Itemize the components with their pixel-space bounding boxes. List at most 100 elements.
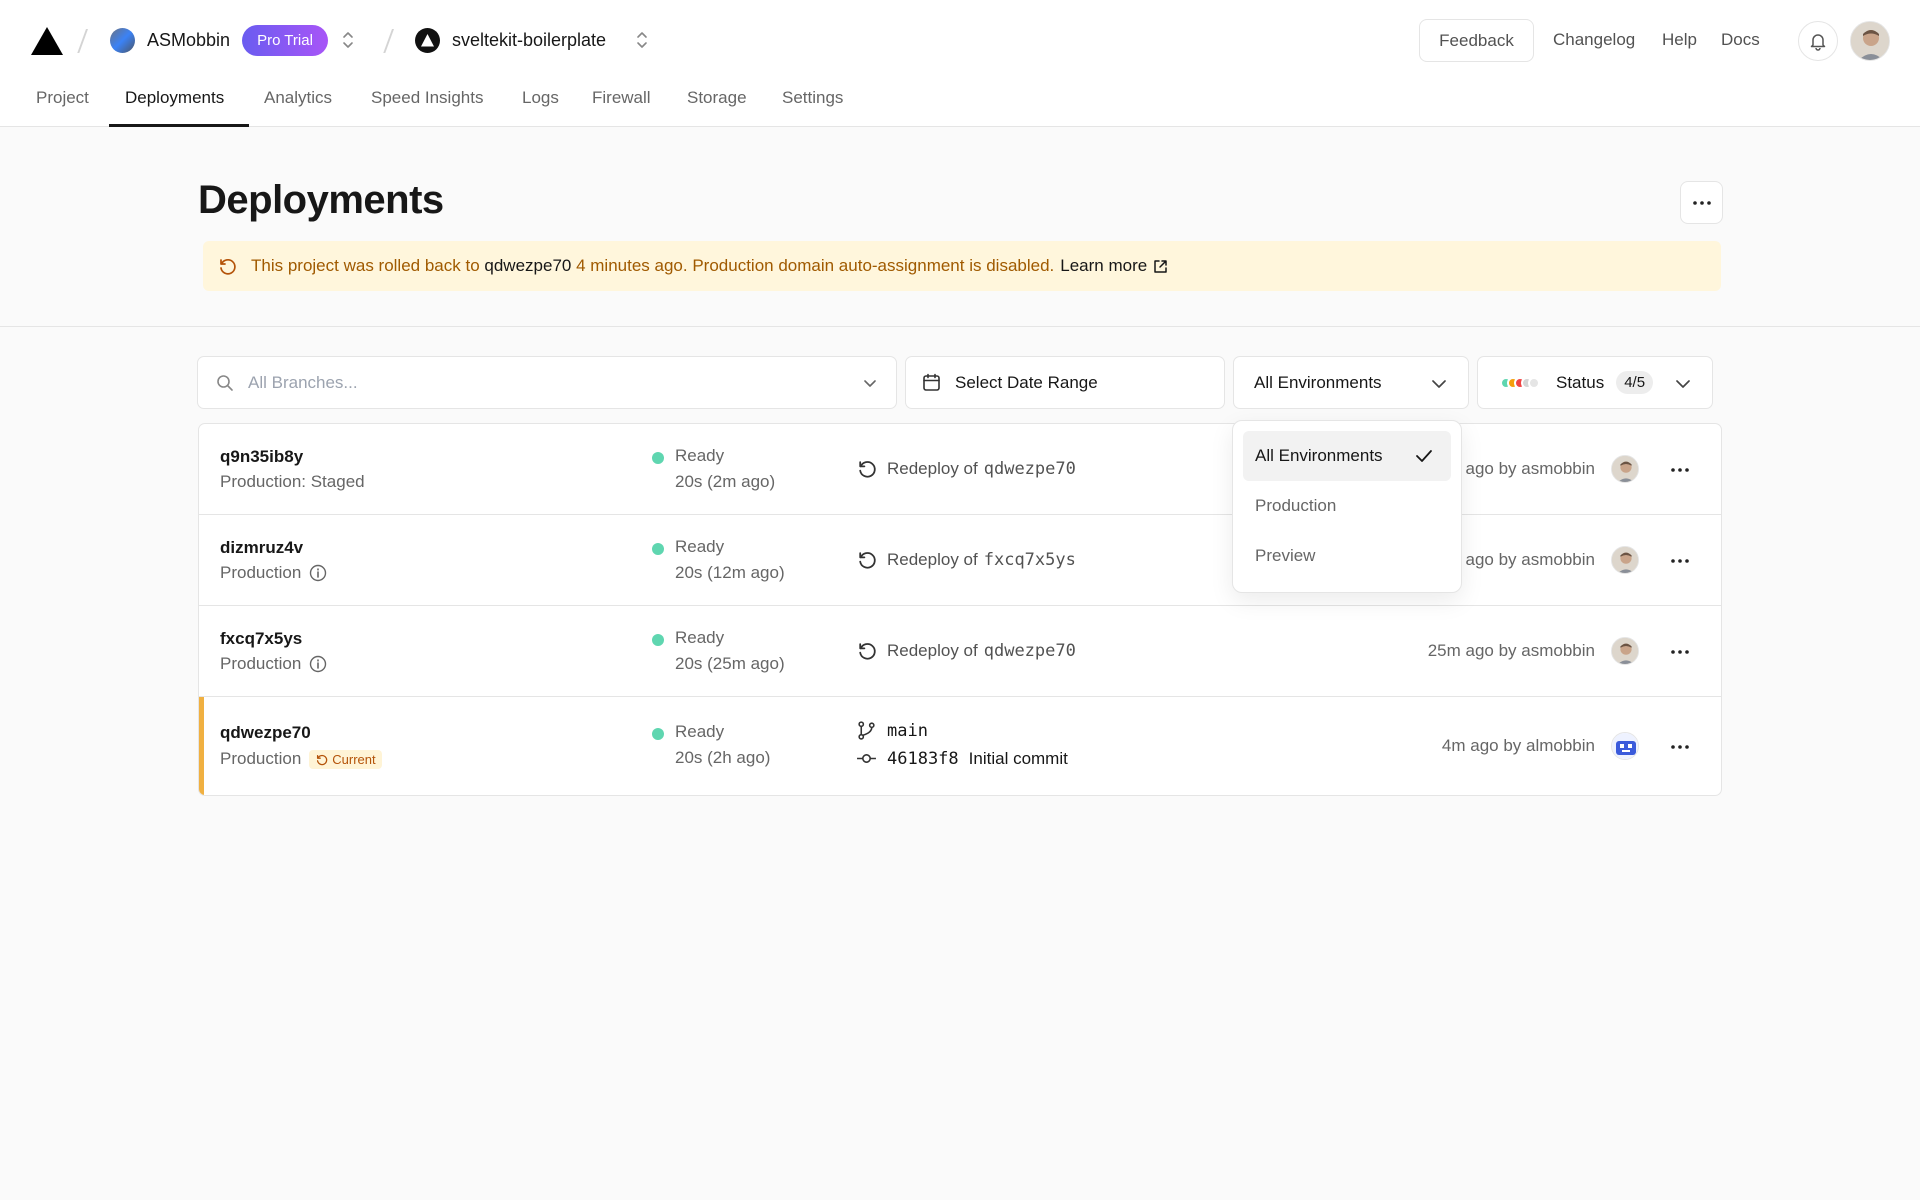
commit-message: Initial commit [968, 748, 1068, 768]
deployment-id[interactable]: fxcq7x5ys [220, 629, 302, 649]
deployment-duration: 20s (2h ago) [675, 748, 771, 767]
source-ref[interactable]: qdwezpe70 [984, 641, 1076, 661]
source-prefix: Redeploy of [887, 458, 978, 478]
row-more-button[interactable] [1667, 551, 1693, 571]
source-prefix: Redeploy of [887, 640, 978, 660]
environment-filter[interactable]: All Environments [1233, 356, 1469, 409]
info-icon[interactable] [309, 564, 327, 582]
page-header: Deployments This project was rolled back… [0, 128, 1920, 327]
git-branch-icon [858, 721, 875, 740]
team-switcher-icon[interactable] [340, 29, 356, 51]
option-label: Production [1255, 496, 1337, 515]
tab-analytics[interactable]: Analytics [264, 88, 332, 108]
branch-name[interactable]: main [887, 721, 928, 741]
dropdown-option-all-environments[interactable]: All Environments [1243, 431, 1451, 481]
external-link-icon [1154, 259, 1167, 273]
vercel-logo-icon[interactable] [30, 26, 64, 56]
redeploy-icon [859, 643, 876, 660]
help-link[interactable]: Help [1662, 30, 1697, 50]
changelog-link[interactable]: Changelog [1553, 30, 1635, 50]
rollback-banner: This project was rolled back to qdwezpe7… [203, 241, 1721, 291]
source-prefix: Redeploy of [887, 549, 978, 569]
branch-filter[interactable]: All Branches... [197, 356, 897, 409]
project-switcher-icon[interactable] [634, 29, 650, 51]
tab-settings[interactable]: Settings [782, 88, 843, 108]
table-row[interactable]: q9n35ib8y Production: Staged Ready 20s (… [199, 424, 1721, 515]
deployment-status: Ready [675, 722, 725, 741]
chevron-down-icon [1676, 380, 1690, 388]
dropdown-option-production[interactable]: Production [1243, 481, 1451, 531]
row-more-button[interactable] [1667, 642, 1693, 662]
environment-label: Production [220, 654, 302, 673]
tab-logs[interactable]: Logs [522, 88, 559, 108]
deployment-status: Ready [675, 628, 725, 647]
environment-label: Production: Staged [220, 472, 365, 491]
deployment-meta: 25m ago by asmobbin [1427, 641, 1595, 660]
team-name[interactable]: ASMobbin [147, 30, 230, 51]
check-icon [1416, 450, 1432, 462]
deployment-commit: 46183f8 Initial commit [856, 748, 1068, 769]
project-tabs: Project Deployments Analytics Speed Insi… [0, 80, 1920, 127]
deployment-duration: 20s (25m ago) [675, 654, 785, 673]
notifications-button[interactable] [1798, 21, 1838, 61]
page-more-button[interactable] [1680, 181, 1723, 224]
deployment-environment: Production: Staged [220, 472, 365, 492]
deployment-source: Redeploy of qdwezpe70 [856, 640, 1076, 661]
tab-deployments[interactable]: Deployments [125, 88, 224, 108]
feedback-button[interactable]: Feedback [1419, 19, 1534, 62]
current-badge: Current [309, 749, 382, 769]
active-tab-indicator [109, 124, 249, 127]
git-commit-icon [857, 754, 876, 763]
deployment-id[interactable]: qdwezpe70 [220, 723, 311, 743]
redeploy-icon [859, 461, 876, 478]
source-ref[interactable]: qdwezpe70 [984, 459, 1076, 479]
tab-project[interactable]: Project [36, 88, 89, 108]
learn-more-link[interactable]: Learn more [1060, 256, 1182, 276]
status-filter[interactable]: Status 4/5 [1477, 356, 1713, 409]
branch-filter-placeholder: All Branches... [248, 372, 358, 392]
source-ref[interactable]: fxcq7x5ys [984, 550, 1076, 570]
deployment-environment: Production [220, 654, 327, 674]
status-ready-dot [652, 634, 664, 646]
deployment-id[interactable]: dizmruz4v [220, 538, 303, 558]
author-avatar [1611, 546, 1639, 574]
commit-hash[interactable]: 46183f8 [887, 749, 959, 769]
team-avatar[interactable] [110, 28, 135, 53]
deployment-source: Redeploy of fxcq7x5ys [856, 549, 1076, 570]
top-header: ASMobbin Pro Trial sveltekit-boilerplate… [0, 0, 1920, 127]
deployment-id[interactable]: q9n35ib8y [220, 447, 303, 467]
environment-label: Production [220, 749, 302, 768]
deployment-meta: ago by asmobbin [1465, 459, 1595, 478]
docs-link[interactable]: Docs [1721, 30, 1760, 50]
plan-badge[interactable]: Pro Trial [242, 25, 328, 56]
status-ready-dot [652, 543, 664, 555]
breadcrumb-separator [383, 27, 394, 53]
row-more-button[interactable] [1667, 737, 1693, 757]
project-logo-icon[interactable] [415, 28, 440, 53]
row-more-button[interactable] [1667, 460, 1693, 480]
deployment-environment: Production Current [220, 749, 382, 769]
tab-firewall[interactable]: Firewall [592, 88, 651, 108]
tab-speed-insights[interactable]: Speed Insights [371, 88, 483, 108]
info-icon[interactable] [309, 655, 327, 673]
redeploy-icon [859, 552, 876, 569]
learn-more-label: Learn more [1060, 256, 1148, 275]
date-range-filter[interactable]: Select Date Range [905, 356, 1225, 409]
chevron-down-icon [1432, 380, 1446, 388]
tab-storage[interactable]: Storage [687, 88, 747, 108]
table-row[interactable]: dizmruz4v Production Ready 20s (12m ago)… [199, 515, 1721, 606]
page-title: Deployments [198, 178, 444, 222]
status-filter-label: Status [1556, 372, 1605, 392]
table-row-current[interactable]: qdwezpe70 Production Current Ready 20s (… [199, 697, 1721, 795]
deployment-meta: 4m ago by almobbin [1441, 736, 1595, 755]
project-name[interactable]: sveltekit-boilerplate [452, 30, 606, 51]
user-avatar[interactable] [1850, 21, 1890, 61]
chevron-down-icon [864, 380, 876, 387]
search-icon [217, 374, 233, 391]
status-ready-dot [652, 728, 664, 740]
table-row[interactable]: fxcq7x5ys Production Ready 20s (25m ago)… [199, 606, 1721, 697]
dropdown-option-preview[interactable]: Preview [1243, 531, 1451, 581]
banner-deployment[interactable]: qdwezpe70 [484, 256, 571, 276]
option-label: Preview [1255, 546, 1316, 565]
ellipsis-icon [1692, 200, 1711, 205]
